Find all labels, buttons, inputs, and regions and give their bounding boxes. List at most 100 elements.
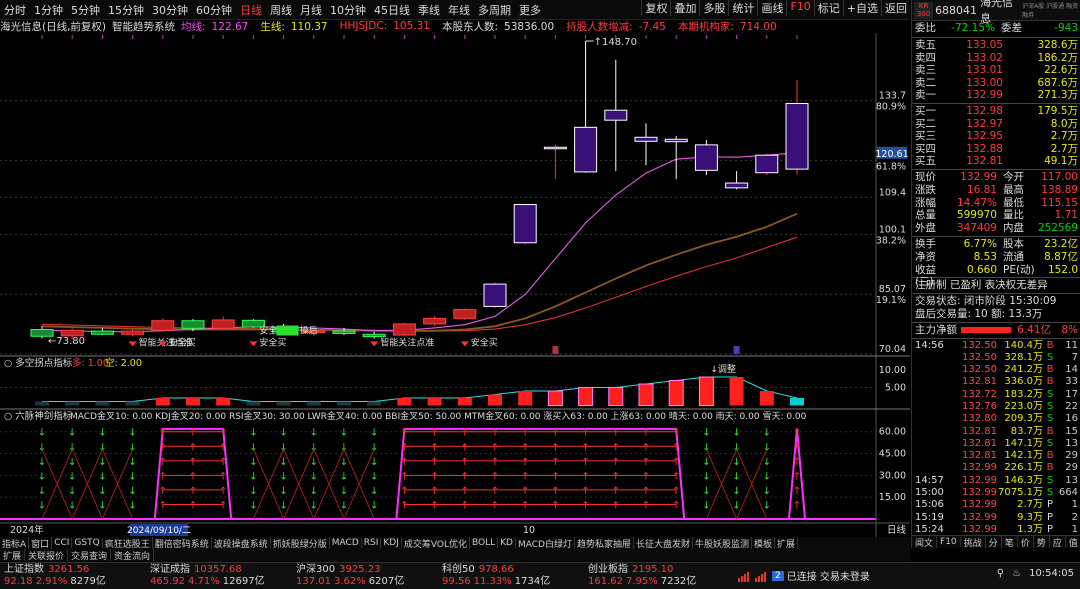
quote-tab-2[interactable]: 挑战	[961, 536, 986, 548]
candle-4[interactable]	[151, 318, 175, 332]
toolbar-button-4[interactable]: 画线	[757, 0, 786, 16]
index-3[interactable]: 科创50 978.66 99.56 11.33% 1734亿	[442, 564, 588, 588]
indicator-tab-11[interactable]: 成交筹VOL优化	[402, 537, 470, 549]
timeframe-tab-0[interactable]: 分时	[4, 2, 26, 18]
candle-20[interactable]	[634, 123, 658, 166]
timeframe-tab-12[interactable]: 年线	[448, 2, 470, 18]
indicator-tab-14[interactable]: MACD白绿灯	[516, 537, 575, 549]
timeframe-tab-11[interactable]: 季线	[418, 2, 440, 18]
indicator-tab-19[interactable]: 扩展	[775, 537, 799, 549]
toolbar-button-3[interactable]: 统计	[728, 0, 757, 16]
toolbar-button-5[interactable]: F10	[786, 0, 813, 16]
candle-13[interactable]	[423, 315, 447, 327]
quote-tab-1[interactable]: F10	[937, 537, 961, 547]
bell-icon[interactable]: ♨	[1012, 568, 1021, 579]
quote-tab-5[interactable]: 价	[1018, 536, 1034, 548]
timeframe-tab-7[interactable]: 周线	[270, 2, 292, 18]
indicator-tab-1[interactable]: 窗口	[29, 537, 53, 549]
timeframe-tab-2[interactable]: 5分钟	[71, 2, 100, 18]
indicator-tab-17[interactable]: 牛股妖股监测	[693, 537, 752, 549]
candle-24[interactable]	[755, 153, 779, 176]
indicator-tab-9[interactable]: RSI	[362, 538, 382, 548]
quote-tab-3[interactable]: 分	[986, 536, 1002, 548]
indicator-tab-10[interactable]: KDJ	[381, 538, 402, 548]
candle-6[interactable]	[211, 316, 235, 331]
indicator-tab-15[interactable]: 趋势私家抽屉	[575, 537, 634, 549]
indicator-tab-3[interactable]: GSTQ	[72, 538, 103, 548]
index-0[interactable]: 上证指数 3261.56 92.18 2.91% 8279亿	[4, 564, 150, 588]
timeframe-tab-13[interactable]: 多周期	[478, 2, 511, 18]
timeframe-tab-6[interactable]: 日线	[240, 2, 262, 18]
candle-17[interactable]	[543, 144, 567, 180]
timeframe-tab-9[interactable]: 10分钟	[330, 2, 366, 18]
search-icon[interactable]: ⚲	[997, 568, 1004, 579]
function-tab-3[interactable]: 资金流向	[111, 549, 155, 561]
connection-status[interactable]: 已连接 交易未登录	[787, 568, 870, 583]
candle-14[interactable]	[453, 308, 477, 320]
indicator-tab-2[interactable]: CCI	[52, 538, 73, 548]
chart-title: 海光信息(日线,前复权)	[0, 20, 107, 33]
candle-23[interactable]	[725, 171, 749, 190]
index-4[interactable]: 创业板指 2195.10 161.62 7.95% 7232亿	[588, 564, 734, 588]
sub2-down-arrow: ↓	[249, 471, 257, 482]
indicator-tab-5[interactable]: 翻倍密码系统	[153, 537, 212, 549]
toolbar-button-6[interactable]: 标记	[813, 0, 843, 16]
quote2-value: 8.53	[973, 250, 997, 263]
candle-3[interactable]	[121, 329, 145, 337]
function-tab-2[interactable]: 交易查询	[68, 549, 112, 561]
indicator-tab-6[interactable]: 波段操盘系统	[212, 537, 271, 549]
indicator-name[interactable]: 智能趋势系统	[112, 19, 175, 33]
candle-12[interactable]	[392, 322, 416, 336]
timeframe-tab-14[interactable]: 更多	[519, 2, 541, 18]
buy-signal-icon	[249, 341, 258, 347]
function-tab-1[interactable]: 关联报价	[25, 549, 69, 561]
index-2[interactable]: 沪深300 3925.23 137.01 3.62% 6207亿	[296, 564, 442, 588]
tick-row-12: 15:00 132.99 7075.1万 S 664	[912, 487, 1080, 499]
timeframe-tab-3[interactable]: 15分钟	[108, 2, 144, 18]
tick-volume: 2.7万	[1017, 499, 1043, 511]
indicator-tab-7[interactable]: 抓妖股绿分版	[271, 537, 330, 549]
sell-volume: 186.2万	[1037, 51, 1078, 64]
quote-tab-4[interactable]: 笔	[1002, 536, 1018, 548]
sub1-bar	[35, 401, 49, 406]
candle-22[interactable]	[694, 140, 718, 176]
connection-badge[interactable]: 2	[772, 570, 784, 581]
timeframe-tab-8[interactable]: 月线	[300, 2, 322, 18]
tick-direction: S	[1046, 351, 1054, 363]
candle-19[interactable]	[604, 59, 628, 172]
toolbar-button-8[interactable]: 返回	[881, 0, 910, 16]
indicator-tab-4[interactable]: 疯狂选股王	[103, 537, 153, 549]
index-1[interactable]: 深证成指 10357.68 465.92 4.71% 12697亿	[150, 564, 296, 588]
quote-label-2: 量比	[1003, 209, 1024, 222]
candle-21[interactable]	[664, 136, 688, 180]
function-tab-0[interactable]: 扩展	[0, 549, 26, 561]
indicator-tab-16[interactable]: 长征大盘发财	[634, 537, 693, 549]
quote-tab-6[interactable]: 势	[1034, 536, 1050, 548]
candle-18[interactable]	[574, 41, 598, 173]
sub2-up-arrow: ↑	[642, 486, 650, 497]
timeframe-tab-1[interactable]: 1分钟	[34, 2, 63, 18]
candle-16[interactable]	[513, 203, 537, 245]
timeframe-tab-5[interactable]: 60分钟	[196, 2, 232, 18]
quote-tab-7[interactable]: 应	[1050, 536, 1066, 548]
toolbar-button-1[interactable]: 叠加	[670, 0, 699, 16]
candle-25[interactable]	[785, 80, 809, 175]
toolbar-button-7[interactable]: +自选	[842, 0, 881, 16]
quote-tab-0[interactable]: 闻文	[912, 536, 938, 548]
indicator-tab-13[interactable]: KD	[498, 538, 516, 548]
price-axis-pct: 80.9%	[876, 102, 906, 113]
indicator-tab-12[interactable]: BOLL	[470, 538, 499, 548]
quote-tab-8[interactable]: 值	[1066, 536, 1080, 549]
toolbar-button-2[interactable]: 多股	[699, 0, 728, 16]
tick-list[interactable]: 14:56 132.50 140.4万 B 11 132.50 328.1万 S 7 132.50…	[912, 340, 1080, 537]
candle-15[interactable]	[483, 282, 507, 309]
indicator-tab-8[interactable]: MACD	[330, 538, 362, 548]
sell-row-4: 卖一 132.99 271.3万	[912, 89, 1080, 102]
timeframe-tab-10[interactable]: 45日线	[374, 2, 410, 18]
price-chart[interactable]: ↑148.70←73.80 智能关注点准安全买 安全买 智能关注点准 安全买安全买 操后 …	[0, 33, 910, 537]
timeframe-tab-4[interactable]: 30分钟	[152, 2, 188, 18]
toolbar-button-0[interactable]: 复权	[641, 0, 670, 16]
sell-row-0: 卖五 133.05 328.6万	[912, 39, 1080, 52]
indicator-tab-18[interactable]: 模板	[752, 537, 776, 549]
indicator-tab-0[interactable]: 指标A	[0, 537, 30, 549]
